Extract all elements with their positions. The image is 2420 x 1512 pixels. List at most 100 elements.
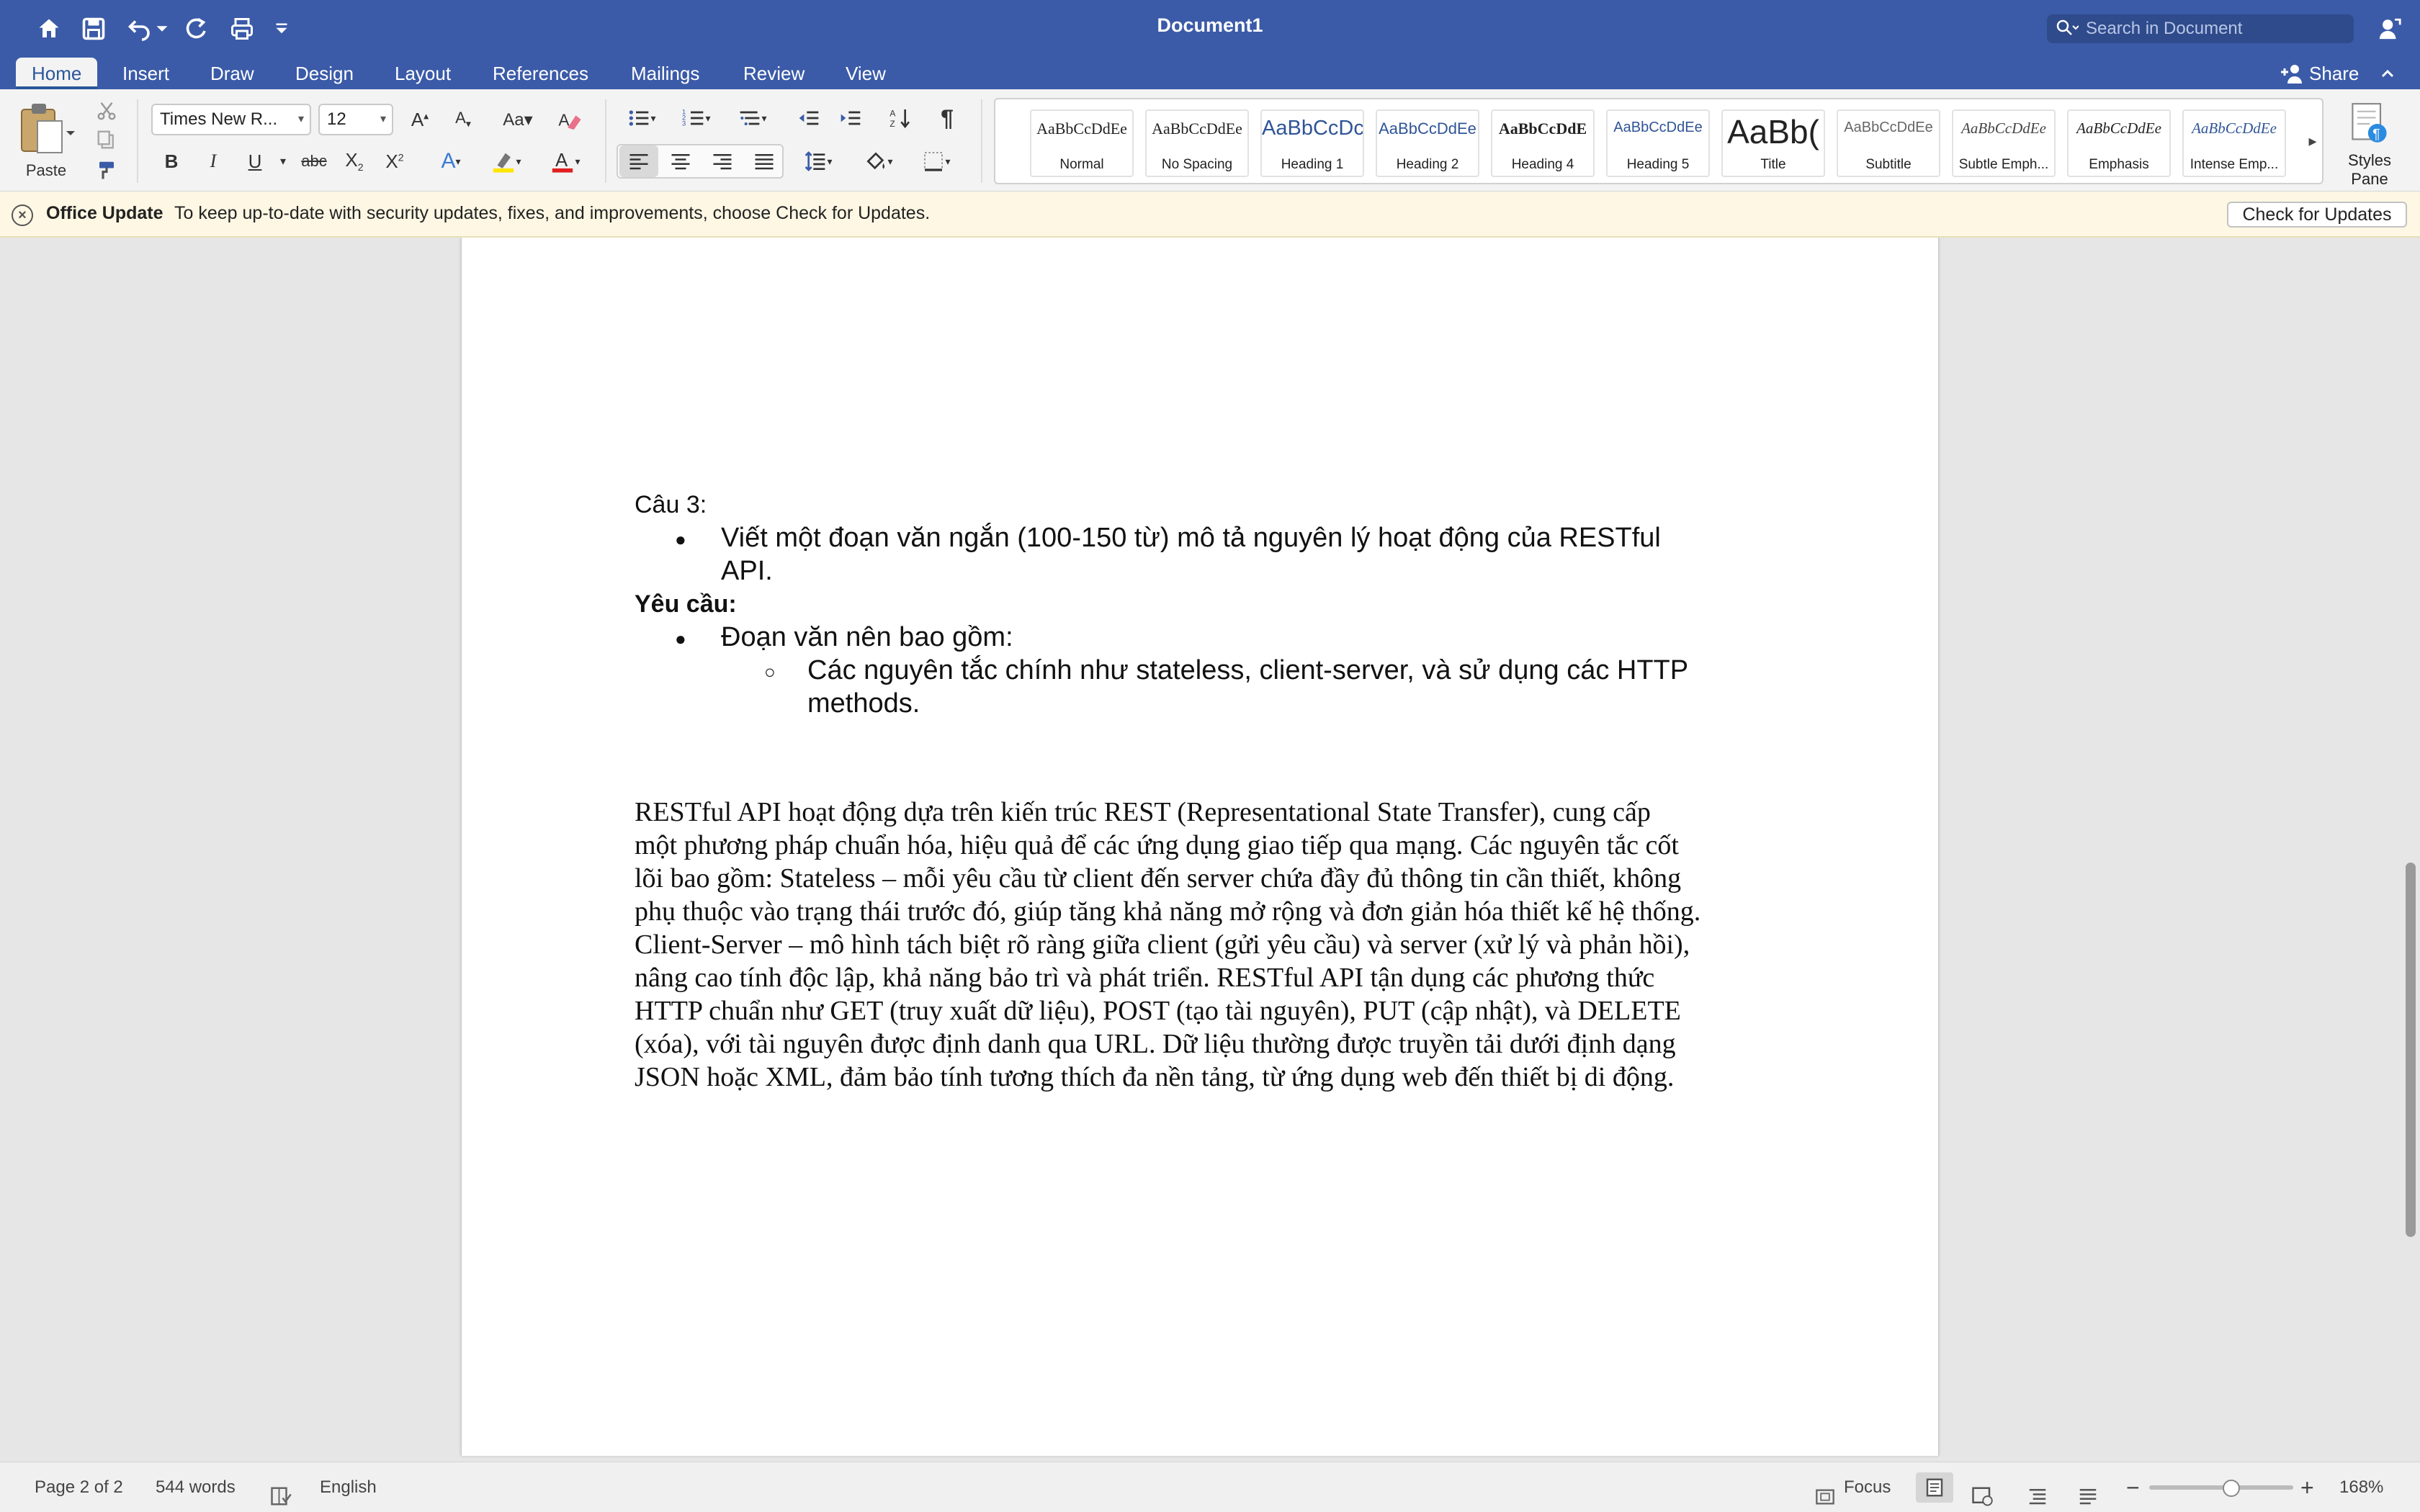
account-icon[interactable] bbox=[2374, 13, 2406, 45]
highlight-button[interactable]: ▾ bbox=[481, 145, 532, 177]
style-intense-emphasis[interactable]: AaBbCcDdEe Intense Emp... bbox=[2182, 109, 2286, 177]
undo-dropdown-icon[interactable] bbox=[151, 13, 173, 45]
close-icon[interactable]: × bbox=[12, 204, 33, 226]
home-icon[interactable] bbox=[32, 13, 66, 45]
paste-button[interactable]: Paste bbox=[16, 99, 76, 186]
zoom-slider-handle[interactable] bbox=[2223, 1480, 2240, 1497]
style-subtle-emphasis[interactable]: AaBbCcDdEe Subtle Emph... bbox=[1952, 109, 2056, 177]
focus-icon[interactable] bbox=[1814, 1477, 1837, 1505]
focus-mode-button[interactable]: Focus bbox=[1844, 1462, 1891, 1512]
borders-button[interactable]: ▾ bbox=[910, 145, 962, 177]
paint-bucket-icon bbox=[866, 152, 885, 170]
italic-button[interactable]: I bbox=[197, 145, 229, 177]
subscript-button[interactable]: X2 bbox=[339, 145, 370, 177]
tab-references[interactable]: References bbox=[477, 58, 604, 89]
bold-button[interactable]: B bbox=[156, 145, 187, 177]
gallery-next-icon[interactable]: ▸ bbox=[2302, 98, 2323, 184]
style-emphasis[interactable]: AaBbCcDdEe Emphasis bbox=[2067, 109, 2171, 177]
customize-toolbar-icon[interactable] bbox=[271, 13, 292, 45]
web-layout-icon[interactable] bbox=[1971, 1477, 1994, 1506]
document-page[interactable]: Câu 3: ● Viết một đoạn văn ngắn (100-150… bbox=[461, 238, 1939, 1456]
vertical-scrollbar[interactable] bbox=[2400, 238, 2420, 1462]
multilevel-list-button[interactable]: ▾ bbox=[727, 102, 778, 134]
chevron-down-icon: ▾ bbox=[827, 155, 833, 167]
print-icon[interactable] bbox=[225, 13, 259, 45]
zoom-level[interactable]: 168% bbox=[2339, 1462, 2383, 1512]
cut-icon[interactable] bbox=[91, 95, 122, 127]
style-heading-2[interactable]: AaBbCcDdEe Heading 2 bbox=[1376, 109, 1479, 177]
justify-button[interactable] bbox=[745, 145, 784, 177]
show-formatting-button[interactable]: ¶ bbox=[929, 102, 965, 134]
shrink-font-button[interactable]: A▾ bbox=[444, 104, 483, 135]
check-for-updates-button[interactable]: Check for Updates bbox=[2227, 202, 2407, 228]
tab-home[interactable]: Home bbox=[16, 58, 98, 89]
sub-bullet-text: Các nguyên tắc chính như stateless, clie… bbox=[807, 655, 1689, 685]
style-subtitle[interactable]: AaBbCcDdEe Subtitle bbox=[1837, 109, 1940, 177]
strikethrough-button[interactable]: abc bbox=[297, 145, 331, 177]
style-heading-1[interactable]: AaBbCcDc Heading 1 bbox=[1260, 109, 1364, 177]
tab-view[interactable]: View bbox=[830, 58, 902, 89]
paragraph-line: HTTP chuẩn như GET (truy xuất dữ liệu), … bbox=[635, 996, 1681, 1026]
style-no-spacing[interactable]: AaBbCcDdEe No Spacing bbox=[1145, 109, 1249, 177]
tab-mailings[interactable]: Mailings bbox=[615, 58, 715, 89]
align-left-button[interactable] bbox=[619, 145, 658, 177]
chevron-down-icon: ▾ bbox=[455, 155, 461, 167]
numbered-list-icon: 123 bbox=[682, 109, 704, 127]
language[interactable]: English bbox=[320, 1462, 377, 1512]
zoom-slider[interactable] bbox=[2149, 1485, 2293, 1490]
zoom-in-button[interactable]: + bbox=[2300, 1462, 2314, 1512]
add-person-icon bbox=[2281, 65, 2302, 84]
draft-view-icon[interactable] bbox=[2077, 1477, 2099, 1505]
print-layout-icon[interactable] bbox=[1916, 1472, 1953, 1503]
tab-design[interactable]: Design bbox=[279, 58, 369, 89]
style-heading-4[interactable]: AaBbCcDdE Heading 4 bbox=[1491, 109, 1595, 177]
decrease-indent-button[interactable] bbox=[791, 102, 827, 134]
line-spacing-icon bbox=[805, 151, 825, 171]
scrollbar-thumb[interactable] bbox=[2406, 863, 2416, 1237]
collapse-ribbon-icon[interactable] bbox=[2377, 58, 2398, 89]
style-sample: AaBbCcDdEe bbox=[1613, 120, 1703, 135]
sort-button[interactable]: AZ bbox=[880, 102, 920, 134]
font-name-select[interactable]: Times New R... ▾ bbox=[151, 104, 311, 135]
proofing-icon[interactable] bbox=[269, 1477, 292, 1506]
align-right-button[interactable] bbox=[703, 145, 742, 177]
underline-dropdown[interactable]: ▾ bbox=[274, 145, 292, 177]
increase-indent-button[interactable] bbox=[833, 102, 869, 134]
paragraph-line: phụ thuộc vào trạng thái trước đó, giúp … bbox=[635, 896, 1701, 927]
word-count[interactable]: 544 words bbox=[156, 1462, 236, 1512]
copy-icon[interactable] bbox=[91, 124, 122, 156]
clear-formatting-button[interactable]: A bbox=[550, 104, 589, 135]
tab-review[interactable]: Review bbox=[727, 58, 820, 89]
search-box[interactable] bbox=[2047, 14, 2354, 43]
superscript-button[interactable]: X2 bbox=[379, 145, 411, 177]
search-input[interactable] bbox=[2086, 19, 2345, 39]
style-sample: AaBbCcDdEe bbox=[1152, 120, 1242, 138]
change-case-button[interactable]: Aa▾ bbox=[493, 104, 543, 135]
font-size-select[interactable]: 12 ▾ bbox=[318, 104, 393, 135]
font-color-button[interactable]: A ▾ bbox=[540, 145, 591, 177]
underline-button[interactable]: U bbox=[239, 145, 271, 177]
align-center-button[interactable] bbox=[661, 145, 700, 177]
style-heading-5[interactable]: AaBbCcDdEe Heading 5 bbox=[1606, 109, 1710, 177]
style-title[interactable]: AaBb( Title bbox=[1721, 109, 1825, 177]
save-icon[interactable] bbox=[76, 13, 111, 45]
numbering-button[interactable]: 123 ▾ bbox=[671, 102, 722, 134]
share-button[interactable]: Share bbox=[2280, 58, 2359, 89]
page-count[interactable]: Page 2 of 2 bbox=[35, 1462, 123, 1512]
styles-pane-button[interactable]: ¶ Styles Pane bbox=[2332, 102, 2407, 189]
outline-view-icon[interactable] bbox=[2027, 1477, 2048, 1505]
style-normal[interactable]: AaBbCcDdEe Normal bbox=[1030, 109, 1134, 177]
text-effects-button[interactable]: A ▾ bbox=[429, 145, 472, 177]
redo-icon[interactable] bbox=[179, 13, 213, 45]
style-name: Emphasis bbox=[2089, 157, 2149, 172]
grow-font-button[interactable]: A▴ bbox=[400, 104, 439, 135]
zoom-out-button[interactable]: − bbox=[2126, 1462, 2140, 1512]
tab-layout[interactable]: Layout bbox=[379, 58, 467, 89]
bullets-button[interactable]: ▾ bbox=[617, 102, 667, 134]
format-painter-icon[interactable] bbox=[91, 154, 122, 186]
shading-button[interactable]: ▾ bbox=[853, 145, 905, 177]
tab-insert[interactable]: Insert bbox=[107, 58, 185, 89]
svg-text:¶: ¶ bbox=[2372, 127, 2380, 142]
line-spacing-button[interactable]: ▾ bbox=[792, 145, 844, 177]
tab-draw[interactable]: Draw bbox=[194, 58, 270, 89]
